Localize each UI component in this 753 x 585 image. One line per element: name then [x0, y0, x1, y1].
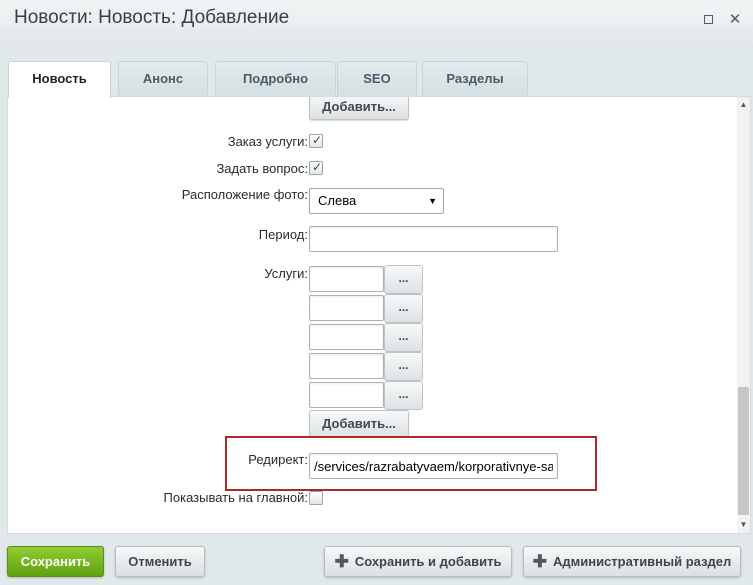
photo-position-label: Расположение фото:: [181, 187, 308, 202]
show-on-main-label: Показывать на главной:: [163, 490, 308, 505]
redirect-label: Редирект:: [248, 452, 308, 467]
service-browse-button-1[interactable]: ...: [384, 265, 423, 294]
scroll-up-arrow-icon[interactable]: ▲: [737, 98, 750, 112]
save-and-add-label: Сохранить и добавить: [354, 554, 502, 569]
tab-announce[interactable]: Анонс: [118, 61, 208, 97]
ask-question-checkbox[interactable]: ✓: [309, 160, 323, 175]
scroll-down-arrow-icon[interactable]: ▼: [737, 518, 750, 532]
order-service-checkbox[interactable]: ✓: [309, 133, 323, 148]
photo-position-value: Слева: [318, 193, 357, 208]
vertical-scrollbar[interactable]: ▲ ▼: [737, 97, 750, 533]
plus-icon: ✚: [334, 552, 349, 571]
close-icon[interactable]: ✕: [727, 12, 743, 28]
period-label: Период:: [258, 227, 308, 242]
save-and-add-button[interactable]: ✚ Сохранить и добавить: [324, 546, 512, 577]
photo-position-select[interactable]: Слева ▼: [309, 188, 444, 214]
service-input-4[interactable]: [309, 353, 384, 379]
service-input-1[interactable]: [309, 266, 384, 292]
service-input-3[interactable]: [309, 324, 384, 350]
scrollbar-thumb[interactable]: [738, 387, 749, 515]
form-panel: Добавить... Заказ услуги: ✓ Задать вопро…: [7, 96, 751, 534]
plus-icon: ✚: [532, 552, 547, 571]
service-browse-button-3[interactable]: ...: [384, 323, 423, 352]
add-more-button-top[interactable]: Добавить...: [309, 97, 409, 120]
services-label: Услуги:: [264, 266, 308, 281]
tab-seo[interactable]: SEO: [337, 61, 417, 97]
form-content: Добавить... Заказ услуги: ✓ Задать вопро…: [8, 97, 736, 533]
add-service-button[interactable]: Добавить...: [309, 410, 409, 437]
maximize-icon[interactable]: [700, 12, 716, 28]
window-title: Новости: Новость: Добавление: [14, 7, 290, 28]
tab-news[interactable]: Новость: [8, 61, 111, 98]
service-input-5[interactable]: [309, 382, 384, 408]
service-input-2[interactable]: [309, 295, 384, 321]
service-browse-button-5[interactable]: ...: [384, 381, 423, 410]
dropdown-arrow-icon: ▼: [428, 196, 437, 206]
admin-section-label: Административный раздел: [552, 554, 732, 569]
check-icon: ✓: [312, 160, 323, 174]
tab-details[interactable]: Подробно: [215, 61, 336, 97]
show-on-main-checkbox[interactable]: [309, 491, 323, 505]
save-button[interactable]: Сохранить: [7, 546, 104, 577]
order-service-label: Заказ услуги:: [227, 134, 308, 149]
service-browse-button-4[interactable]: ...: [384, 352, 423, 381]
check-icon: ✓: [312, 133, 323, 147]
cancel-button[interactable]: Отменить: [115, 546, 205, 577]
service-browse-button-2[interactable]: ...: [384, 294, 423, 323]
tab-sections[interactable]: Разделы: [422, 61, 528, 97]
ask-question-label: Задать вопрос:: [216, 161, 308, 176]
admin-section-button[interactable]: ✚ Административный раздел: [523, 546, 741, 577]
window-titlebar: Новости: Новость: Добавление ✕: [0, 0, 753, 44]
period-input[interactable]: [309, 226, 558, 252]
redirect-input[interactable]: [309, 453, 558, 479]
